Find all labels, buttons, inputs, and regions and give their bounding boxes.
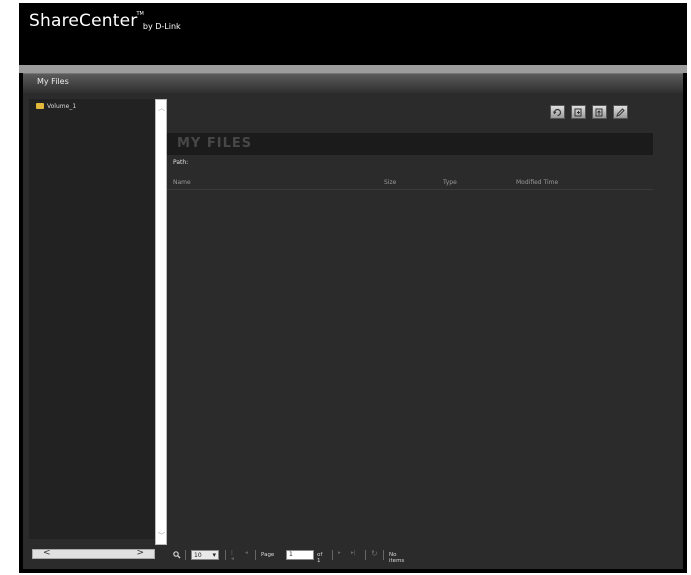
search-icon[interactable] bbox=[173, 551, 181, 559]
column-name[interactable]: Name bbox=[173, 179, 191, 186]
page-label: Page bbox=[261, 552, 275, 558]
tree-item-volume-1[interactable]: Volume_1 bbox=[36, 102, 77, 110]
page-title: MY FILES bbox=[177, 136, 253, 151]
next-page-icon[interactable]: ▸ bbox=[338, 550, 341, 556]
window-titlebar: My Files bbox=[23, 73, 683, 93]
folder-icon bbox=[36, 102, 44, 109]
pager-status: No items bbox=[389, 552, 405, 564]
header-divider bbox=[19, 65, 687, 73]
path-label: Path: bbox=[173, 159, 189, 166]
sharecenter-logo: ShareCenterTM by D-Link bbox=[29, 11, 183, 31]
first-page-icon[interactable]: |◂ bbox=[231, 550, 234, 562]
page-count-label: of 1 bbox=[317, 552, 323, 564]
pencil-icon bbox=[616, 108, 625, 117]
column-type[interactable]: Type bbox=[443, 179, 457, 186]
page-size-select[interactable]: 10 ▾ bbox=[191, 550, 219, 560]
window-title: My Files bbox=[37, 77, 69, 86]
edit-button[interactable] bbox=[613, 105, 628, 119]
file-manager-body: Volume_1 ︿ ﹀ < > MY FILES Path: Name Siz… bbox=[23, 93, 683, 569]
reload-icon[interactable]: ↻ bbox=[371, 549, 378, 558]
new-folder-icon bbox=[574, 108, 582, 117]
logo-trademark: TM bbox=[136, 11, 144, 17]
tree-vertical-scrollbar[interactable]: ︿ ﹀ bbox=[155, 99, 167, 545]
upload-button[interactable] bbox=[592, 105, 607, 119]
scroll-right-arrow-icon[interactable]: > bbox=[136, 548, 144, 558]
pager-separator bbox=[365, 550, 366, 560]
scroll-up-arrow-icon[interactable]: ︿ bbox=[158, 103, 165, 113]
folder-tree: Volume_1 bbox=[29, 99, 155, 539]
chevron-down-icon: ▾ bbox=[212, 551, 216, 559]
pager-separator bbox=[255, 550, 256, 560]
pager-separator bbox=[185, 550, 186, 560]
logo-byline: by D-Link bbox=[142, 22, 181, 31]
column-modified-time[interactable]: Modified Time bbox=[516, 179, 558, 186]
app-frame: ShareCenterTM by D-Link My Files Volume_1… bbox=[19, 3, 687, 573]
refresh-button[interactable] bbox=[550, 105, 565, 119]
previous-page-icon[interactable]: ◂ bbox=[245, 550, 248, 556]
files-panel-header: MY FILES bbox=[167, 133, 653, 155]
new-folder-button[interactable] bbox=[571, 105, 586, 119]
pager-separator bbox=[383, 550, 384, 560]
page-number-input[interactable]: 1 bbox=[286, 550, 314, 560]
page-size-value: 10 bbox=[194, 552, 202, 559]
pager-separator bbox=[225, 550, 226, 560]
header-bar: ShareCenterTM by D-Link bbox=[19, 3, 687, 65]
column-size[interactable]: Size bbox=[384, 179, 396, 186]
tree-horizontal-scrollbar[interactable]: < > bbox=[32, 548, 155, 559]
scroll-left-arrow-icon[interactable]: < bbox=[43, 548, 51, 558]
refresh-icon bbox=[553, 108, 562, 117]
upload-icon bbox=[595, 108, 603, 117]
scroll-down-arrow-icon[interactable]: ﹀ bbox=[158, 531, 165, 541]
tree-item-label: Volume_1 bbox=[47, 103, 77, 110]
file-table-header: Name Size Type Modified Time bbox=[167, 177, 653, 190]
last-page-icon[interactable]: ▸| bbox=[351, 550, 356, 556]
pager-separator bbox=[332, 550, 333, 560]
logo-name: ShareCenter bbox=[29, 11, 138, 31]
